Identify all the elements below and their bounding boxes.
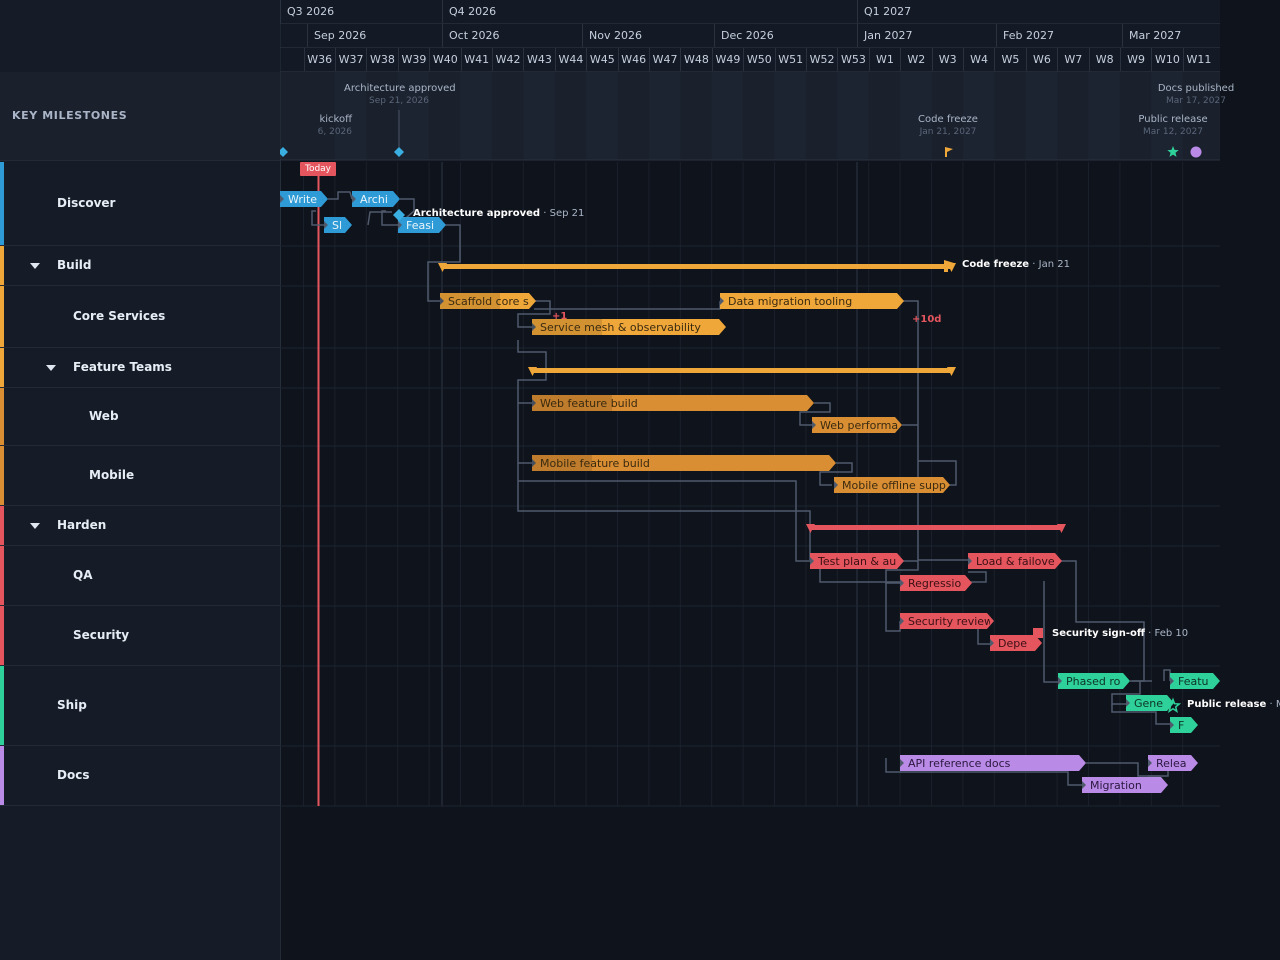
milestone-lane-stripe <box>962 72 995 160</box>
row-color-stripe <box>0 348 4 387</box>
collapse-caret-icon[interactable] <box>30 263 40 269</box>
milestone-lane-stripe <box>334 72 367 160</box>
milestone-lane-stripe <box>1088 72 1120 160</box>
task-progress-fill <box>532 319 602 335</box>
task-bar[interactable] <box>1058 673 1130 689</box>
collapse-caret-icon[interactable] <box>46 365 56 371</box>
dependency-connector <box>517 403 532 464</box>
gantt-canvas[interactable] <box>280 0 1280 960</box>
row-color-stripe <box>0 446 4 505</box>
row-discover[interactable]: Discover <box>0 162 280 246</box>
circle-icon[interactable] <box>1190 146 1202 158</box>
dependency-connector <box>885 583 901 632</box>
row-color-stripe <box>0 746 4 805</box>
dependency-connector <box>1060 560 1145 682</box>
dependency-connector <box>1163 669 1171 681</box>
milestone-lane-stripe <box>711 72 744 160</box>
row-build[interactable]: Build <box>0 246 280 286</box>
row-qa[interactable]: QA <box>0 546 280 606</box>
task-bar[interactable] <box>900 755 1086 771</box>
task-bar[interactable] <box>720 293 904 309</box>
task-bar[interactable] <box>1126 695 1174 711</box>
row-label-text: Build <box>57 258 92 272</box>
milestone-lane-stripe <box>774 72 806 160</box>
milestone-lane-stripe <box>397 72 430 160</box>
collapse-caret-icon[interactable] <box>30 523 40 529</box>
row-web[interactable]: Web <box>0 388 280 446</box>
milestone-lane-stripe <box>586 72 618 160</box>
dependency-connector <box>518 480 810 562</box>
left-header <box>0 0 280 73</box>
row-core-services[interactable]: Core Services <box>0 286 280 348</box>
milestone-lane-stripe <box>460 72 492 160</box>
row-label-text: Discover <box>57 196 116 210</box>
dependency-connector <box>534 301 721 310</box>
row-color-stripe <box>0 388 4 445</box>
row-label-panel: KEY MILESTONES Discover Build Core Service… <box>0 0 281 960</box>
gantt-chart[interactable]: Q3 2026 Q4 2026 Q1 2027 Sep 2026 Oct 2026 Nov… <box>280 0 1280 960</box>
row-label-text: Web <box>89 409 119 423</box>
row-label-text: Harden <box>57 518 107 532</box>
task-progress-fill <box>532 455 592 471</box>
row-color-stripe <box>0 506 4 545</box>
task-bar[interactable] <box>968 553 1062 569</box>
row-color-stripe <box>0 286 4 347</box>
row-color-stripe <box>0 162 4 245</box>
row-label-text: Core Services <box>73 309 166 323</box>
milestone-lane-stripe <box>523 72 555 160</box>
dependency-connector <box>328 191 353 200</box>
row-color-stripe <box>0 246 4 285</box>
task-bar[interactable] <box>280 191 328 207</box>
task-bar[interactable] <box>1170 673 1220 689</box>
row-label-text: QA <box>73 568 93 582</box>
row-security[interactable]: Security <box>0 606 280 666</box>
milestone-lane-stripe <box>648 72 681 160</box>
row-label-text: Docs <box>57 768 90 782</box>
task-bar[interactable] <box>398 217 446 233</box>
dependency-connector <box>517 463 811 560</box>
task-progress-fill <box>440 293 500 309</box>
row-color-stripe <box>0 666 4 745</box>
row-label-text: Ship <box>57 698 87 712</box>
row-color-stripe <box>0 546 4 605</box>
milestones-lane-label: KEY MILESTONES <box>12 109 128 122</box>
task-bar[interactable] <box>1148 755 1198 771</box>
task-bar[interactable] <box>812 417 902 433</box>
build-summary-bar[interactable] <box>442 264 952 269</box>
task-bar[interactable] <box>1170 717 1198 733</box>
task-bar[interactable] <box>834 477 950 493</box>
dependency-connector <box>1043 581 1058 683</box>
row-label-text: Security <box>73 628 130 642</box>
row-harden[interactable]: Harden <box>0 506 280 546</box>
task-bar[interactable] <box>352 191 400 207</box>
task-bar[interactable] <box>324 217 352 233</box>
row-docs[interactable]: Docs <box>0 746 280 806</box>
task-progress-fill <box>532 395 612 411</box>
feature-teams-summary-bar[interactable] <box>532 368 952 373</box>
task-bar[interactable] <box>810 553 904 569</box>
row-ship[interactable]: Ship <box>0 666 280 746</box>
task-bar[interactable] <box>900 613 994 629</box>
square-milestone-icon[interactable] <box>1033 628 1043 638</box>
task-bar[interactable] <box>900 575 972 591</box>
row-mobile[interactable]: Mobile <box>0 446 280 506</box>
dependency-connector <box>367 211 392 226</box>
task-bar[interactable] <box>1082 777 1168 793</box>
milestone-lane-stripe <box>1151 72 1183 160</box>
milestone-lane-stripe <box>1025 72 1058 160</box>
today-marker-label: Today <box>300 162 336 176</box>
milestone-lane-stripe <box>900 72 932 160</box>
row-label-text: Mobile <box>89 468 135 482</box>
harden-summary-bar[interactable] <box>810 525 1062 530</box>
milestones-lane-header: KEY MILESTONES <box>0 72 280 161</box>
row-color-stripe <box>0 606 4 665</box>
milestone-lane-stripe <box>837 72 869 160</box>
row-label-text: Feature Teams <box>73 360 172 374</box>
row-feature-teams[interactable]: Feature Teams <box>0 348 280 388</box>
